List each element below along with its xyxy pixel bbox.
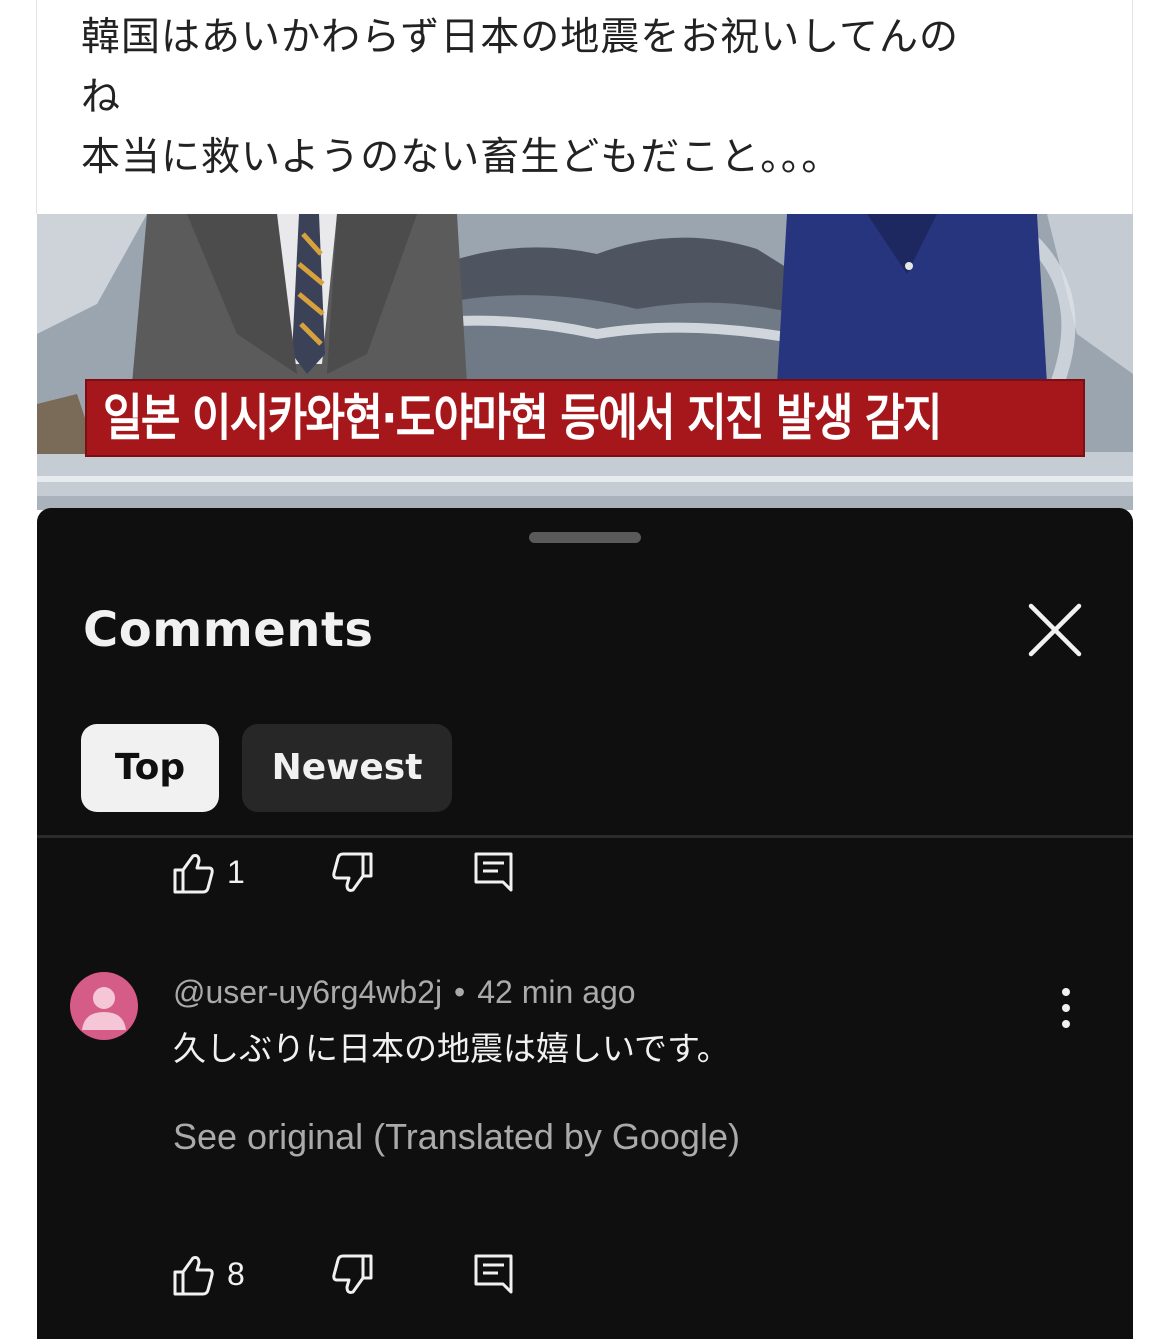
reply-icon — [474, 1254, 513, 1294]
news-broadcast-image: 일본 이시카와현·도야마현 등에서 지진 발생 감지 — [37, 214, 1133, 510]
thumbs-down-icon — [332, 852, 373, 892]
like-button[interactable] — [171, 1252, 217, 1298]
reply-button[interactable] — [471, 850, 517, 896]
news-chyron-text: 일본 이시카와현·도야마현 등에서 지진 발생 감지 — [103, 389, 942, 447]
avatar[interactable] — [70, 972, 138, 1040]
comment-time: 42 min ago — [477, 974, 636, 1010]
like-button[interactable] — [171, 850, 217, 896]
like-count: 1 — [227, 854, 245, 890]
see-original-link[interactable]: See original (Translated by Google) — [173, 1114, 740, 1160]
comment-menu-button[interactable] — [1051, 986, 1081, 1030]
post-text: 韓国はあいかわらず日本の地震をお祝いしてんの ね 本当に救いようのない畜生どもだ… — [81, 8, 1081, 188]
news-studio-illustration — [37, 214, 1133, 510]
comment-text: 久しぶりに日本の地震は嬉しいです。 — [173, 1029, 730, 1068]
post-card: 韓国はあいかわらず日本の地震をお祝いしてんの ね 本当に救いようのない畜生どもだ… — [36, 0, 1133, 214]
filter-chip-top[interactable]: Top — [81, 724, 219, 812]
comment-author[interactable]: @user-uy6rg4wb2j — [173, 974, 442, 1010]
comments-sheet: Comments Top Newest 1 @user-uy6rg4wb2j •… — [37, 508, 1133, 1339]
news-chyron: 일본 이시카와현·도야마현 등에서 지진 발생 감지 — [85, 379, 1085, 457]
sheet-divider — [37, 835, 1133, 838]
thumbs-up-icon — [173, 854, 214, 894]
comment-meta: @user-uy6rg4wb2j • 42 min ago — [173, 970, 636, 1014]
post-text-line: 本当に救いようのない畜生どもだこと。。。 — [81, 135, 842, 180]
thumbs-down-icon — [332, 1254, 373, 1294]
more-vertical-icon — [1062, 988, 1070, 1028]
close-icon — [1028, 603, 1082, 657]
close-button[interactable] — [1025, 600, 1085, 660]
like-count: 8 — [227, 1256, 245, 1292]
drag-handle[interactable] — [529, 532, 641, 543]
user-avatar-icon — [82, 987, 126, 1030]
page: 韓国はあいかわらず日本の地震をお祝いしてんの ね 本当に救いようのない畜生どもだ… — [0, 0, 1170, 1339]
dislike-button[interactable] — [329, 850, 375, 896]
reply-icon — [474, 852, 513, 892]
filter-chip-newest[interactable]: Newest — [242, 724, 452, 812]
post-text-line: 韓国はあいかわらず日本の地震をお祝いしてんの — [81, 15, 960, 60]
meta-separator: • — [454, 974, 466, 1010]
thumbs-up-icon — [173, 1256, 214, 1296]
post-text-line: ね — [81, 75, 122, 120]
comments-title: Comments — [83, 602, 374, 658]
reply-button[interactable] — [471, 1252, 517, 1298]
dislike-button[interactable] — [329, 1252, 375, 1298]
